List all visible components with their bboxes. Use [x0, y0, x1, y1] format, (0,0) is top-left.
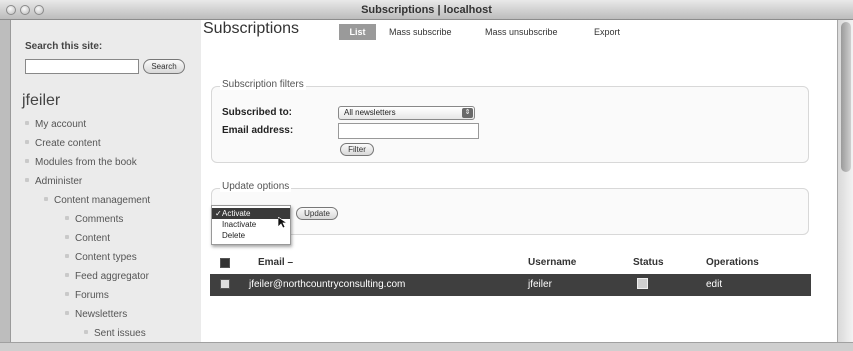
nav-feed-aggregator[interactable]: Feed aggregator	[65, 271, 149, 282]
tab-mass-subscribe[interactable]: Mass subscribe	[389, 27, 452, 37]
email-field[interactable]	[338, 123, 479, 139]
nav-my-account[interactable]: My account	[25, 119, 86, 130]
nav-label: Content	[75, 233, 111, 244]
nav-modules-from-the-book[interactable]: Modules from the book	[25, 157, 137, 168]
scrollbar-thumb[interactable]	[841, 22, 851, 172]
search-input[interactable]	[25, 59, 139, 74]
tab-list[interactable]: List	[339, 24, 376, 40]
bullet-icon	[65, 273, 69, 278]
nav-label: Forums	[75, 290, 109, 301]
active-status-icon	[637, 278, 648, 292]
menu-item-label: Delete	[222, 231, 246, 240]
menu-item-delete[interactable]: Delete	[212, 230, 290, 241]
nav-label: Content types	[75, 252, 137, 263]
status-column-header: Status	[633, 257, 664, 268]
bullet-icon	[25, 178, 29, 183]
bullet-icon	[65, 254, 69, 259]
update-button[interactable]: Update	[296, 207, 338, 220]
nav-label: Create content	[35, 138, 101, 149]
bullet-icon	[25, 140, 29, 145]
page-title: Subscriptions	[203, 20, 300, 37]
nav-content[interactable]: Content	[65, 233, 110, 244]
window-status-bar	[0, 342, 853, 351]
nav-newsletters[interactable]: Newsletters	[65, 309, 127, 320]
checkmark-icon: ✓	[215, 209, 222, 218]
window-titlebar: Subscriptions | localhost	[0, 0, 853, 20]
subscribed-to-label: Subscribed to:	[222, 107, 293, 118]
chevron-updown-icon: ⇕	[462, 108, 473, 118]
search-label: Search this site:	[25, 41, 103, 52]
newsletter-select-value: All newsletters	[344, 108, 396, 117]
search-button[interactable]: Search	[143, 59, 185, 74]
nav-create-content[interactable]: Create content	[25, 138, 101, 149]
bullet-icon	[65, 235, 69, 240]
menu-item-label: Activate	[222, 209, 251, 218]
row-checkbox[interactable]	[220, 279, 230, 289]
bullet-icon	[65, 216, 69, 221]
nav-forums[interactable]: Forums	[65, 290, 109, 301]
nav-label: Content management	[54, 195, 151, 206]
mouse-cursor-icon	[278, 217, 287, 229]
newsletter-select[interactable]: All newsletters ⇕	[338, 106, 475, 120]
bullet-icon	[84, 330, 88, 335]
table-row: jfeiler@northcountryconsulting.com jfeil…	[210, 274, 811, 296]
nav-administer[interactable]: Administer	[25, 176, 82, 187]
update-legend: Update options	[220, 181, 292, 192]
bullet-icon	[25, 159, 29, 164]
bullet-icon	[65, 292, 69, 297]
nav-label: Feed aggregator	[75, 271, 149, 282]
user-name-heading: jfeiler	[22, 92, 61, 109]
nav-label: Sent issues	[94, 328, 146, 339]
tab-mass-unsubscribe[interactable]: Mass unsubscribe	[485, 27, 558, 37]
nav-sent-issues[interactable]: Sent issues	[84, 328, 146, 339]
menu-item-label: Inactivate	[222, 220, 257, 229]
nav-comments[interactable]: Comments	[65, 214, 123, 225]
window-title: Subscriptions | localhost	[361, 4, 492, 16]
tab-export[interactable]: Export	[594, 27, 620, 37]
nav-label: Administer	[35, 176, 83, 187]
username-column-header[interactable]: Username	[528, 257, 576, 268]
select-all-checkbox[interactable]	[220, 258, 230, 268]
nav-label: Modules from the book	[35, 157, 137, 168]
row-username[interactable]: jfeiler	[528, 279, 552, 290]
filters-legend: Subscription filters	[220, 79, 306, 90]
operations-column-header: Operations	[706, 257, 759, 268]
nav-label: Comments	[75, 214, 124, 225]
email-column-header[interactable]: Email –	[258, 257, 293, 268]
nav-label: My account	[35, 119, 87, 130]
row-email: jfeiler@northcountryconsulting.com	[249, 279, 406, 290]
email-address-label: Email address:	[222, 125, 294, 136]
nav-label: Newsletters	[75, 309, 128, 320]
subscription-filters-fieldset	[211, 86, 809, 163]
nav-content-management[interactable]: Content management	[44, 195, 150, 206]
bullet-icon	[65, 311, 69, 316]
sidebar: Search this site: Search jfeiler My acco…	[11, 20, 201, 342]
edit-link[interactable]: edit	[706, 279, 722, 290]
bullet-icon	[44, 197, 48, 202]
bullet-icon	[25, 121, 29, 126]
vertical-scrollbar[interactable]	[837, 20, 853, 342]
filter-button[interactable]: Filter	[340, 143, 374, 156]
nav-content-types[interactable]: Content types	[65, 252, 137, 263]
